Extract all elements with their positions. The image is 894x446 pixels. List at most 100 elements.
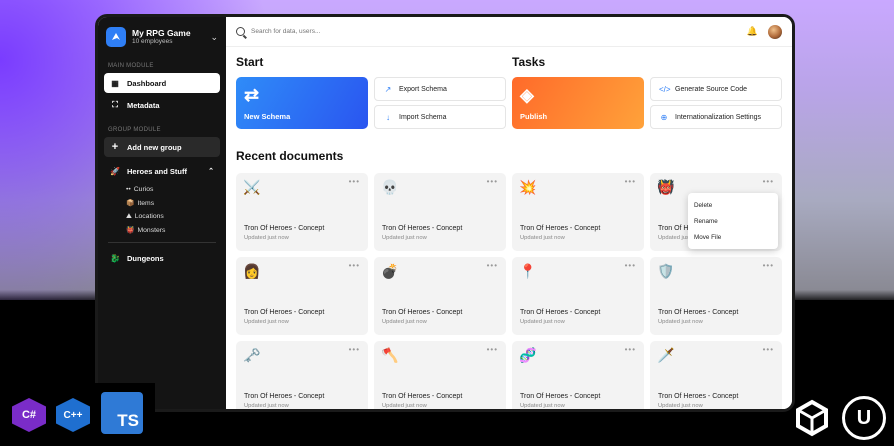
sidebar-group-heroes[interactable]: 🚀 Heroes and Stuff ⌃ (104, 161, 220, 181)
i18n-settings-label: Internationalization Settings (675, 113, 761, 121)
document-updated: Updated just now (244, 403, 289, 409)
export-icon: ↗ (384, 84, 392, 94)
more-options-icon[interactable]: ••• (763, 345, 774, 354)
app-logo-icon (106, 27, 126, 47)
publish-icon: ◈ (520, 85, 534, 105)
sidebar-item-dungeons[interactable]: 🐉 Dungeons (104, 248, 220, 268)
i18n-settings-button[interactable]: ⊕ Internationalization Settings (650, 105, 782, 129)
plus-icon: + (111, 141, 119, 153)
publish-card[interactable]: ◈ Publish (512, 77, 644, 129)
generate-code-label: Generate Source Code (675, 85, 747, 93)
document-title: Tron Of Heroes - Concept (520, 309, 601, 316)
document-updated: Updated just now (244, 235, 289, 241)
document-updated: Updated just (658, 235, 691, 241)
more-options-icon[interactable]: ••• (349, 177, 360, 186)
document-card[interactable]: 🛡️ ••• Tron Of Heroes - Concept Updated jus… (650, 257, 782, 335)
main-module-label: MAIN MODULE (108, 63, 154, 69)
more-options-icon[interactable]: ••• (349, 345, 360, 354)
document-icon: 👹 (657, 179, 675, 195)
sidebar-subitem-locations[interactable]: ⛰ Locations (104, 210, 220, 224)
document-card[interactable]: 🧬 ••• Tron Of Heroes - Concept Updated just… (512, 341, 644, 409)
import-schema-button[interactable]: ↓ Import Schema (374, 105, 506, 129)
unreal-logo-icon: U (842, 396, 886, 440)
more-options-icon[interactable]: ••• (625, 177, 636, 186)
hierarchy-icon: ⛶ (112, 100, 118, 109)
globe-icon: ⊕ (660, 112, 668, 122)
more-options-icon[interactable]: ••• (625, 261, 636, 270)
document-icon: 🪓 (381, 347, 399, 363)
document-updated: Updated just now (520, 235, 565, 241)
document-card[interactable]: 🪓 ••• Tron Of Heroes - Concept Updated just… (374, 341, 506, 409)
main-content: 🔔 Start Tasks ⇄ New Schema ↗ Export Sche… (226, 17, 792, 409)
rocket-icon: 🚀 (110, 166, 120, 176)
document-updated: Updated just now (658, 319, 703, 325)
more-options-icon[interactable]: ••• (349, 261, 360, 270)
app-window: My RPG Game 10 employees ⌄ MAIN MODULE ▦… (95, 14, 795, 412)
document-card[interactable]: 👩 ••• Tron Of Heroes - Concept Updated just… (236, 257, 368, 335)
document-title: Tron Of Heroes - Concept (382, 225, 463, 232)
document-card[interactable]: 💀 ••• Tron Of Heroes - Concept Updated just… (374, 173, 506, 251)
link-icon: •• (126, 186, 131, 194)
typescript-badge: TS (101, 392, 143, 434)
document-title: Tron Of Heroes - Concept (658, 393, 739, 400)
more-options-icon[interactable]: ••• (487, 345, 498, 354)
sidebar-item-label: Metadata (127, 100, 160, 110)
sidebar-divider (108, 242, 216, 243)
sidebar-item-label: Heroes and Stuff (127, 166, 188, 176)
document-card[interactable]: 🗝️ ••• Tron Of Heroes - Concept Updated jus… (236, 341, 368, 409)
document-card[interactable]: 🗡️ ••• Tron Of Heroes - Concept Updated jus… (650, 341, 782, 409)
document-icon: 💥 (519, 179, 537, 195)
document-icon: 💀 (381, 179, 399, 195)
sidebar-item-dashboard[interactable]: ▦ Dashboard (104, 73, 220, 93)
app-name: My RPG Game (132, 27, 191, 38)
publish-label: Publish (520, 112, 548, 121)
more-options-icon[interactable]: ••• (487, 261, 498, 270)
document-updated: Updated just now (658, 403, 703, 409)
document-icon: ⚔️ (243, 179, 261, 195)
document-icon: 💣 (381, 263, 399, 279)
document-icon: 🧬 (519, 347, 537, 363)
delete-menu-item[interactable]: Delete (688, 197, 778, 213)
document-card[interactable]: 💣 ••• Tron Of Heroes - Concept Updated just… (374, 257, 506, 335)
import-schema-label: Import Schema (399, 113, 447, 121)
rename-menu-item[interactable]: Rename (688, 213, 778, 229)
document-title: Tron Of Heroes - Concept (520, 393, 601, 400)
export-schema-label: Export Schema (399, 85, 447, 93)
more-options-icon[interactable]: ••• (487, 177, 498, 186)
subitem-label: Curios (133, 186, 154, 194)
export-schema-button[interactable]: ↗ Export Schema (374, 77, 506, 101)
mountain-icon: ⛰ (126, 212, 132, 220)
chevron-down-icon[interactable]: ⌄ (210, 32, 218, 43)
document-title: Tron Of Heroes - Concept (382, 393, 463, 400)
more-options-icon[interactable]: ••• (625, 345, 636, 354)
document-updated: Updated just now (382, 235, 427, 241)
add-group-button[interactable]: + Add new group (104, 137, 220, 157)
sidebar-item-label: Dashboard (127, 78, 167, 88)
generate-code-button[interactable]: </> Generate Source Code (650, 77, 782, 101)
search-icon (236, 27, 245, 36)
avatar[interactable] (768, 24, 782, 39)
sidebar-item-metadata[interactable]: ⛶ Metadata (104, 95, 220, 115)
search-input[interactable] (251, 28, 451, 35)
top-bar: 🔔 (226, 17, 792, 47)
new-schema-card[interactable]: ⇄ New Schema (236, 77, 368, 129)
sidebar-subitem-curios[interactable]: •• Curios (104, 183, 220, 197)
more-options-icon[interactable]: ••• (763, 261, 774, 270)
document-icon: 📍 (519, 263, 537, 279)
group-module-label: GROUP MODULE (108, 127, 161, 133)
recent-documents-title: Recent documents (236, 149, 344, 163)
sidebar-subitem-monsters[interactable]: 👹 Monsters (104, 224, 220, 238)
workspace-switcher[interactable]: My RPG Game 10 employees ⌄ (104, 25, 220, 59)
more-options-icon[interactable]: ••• (763, 177, 774, 186)
document-card[interactable]: ⚔️ ••• Tron Of Heroes - Concept Updated jus… (236, 173, 368, 251)
document-card[interactable]: 📍 ••• Tron Of Heroes - Concept Updated just… (512, 257, 644, 335)
move-file-menu-item[interactable]: Move File (688, 229, 778, 245)
chevron-up-icon[interactable]: ⌃ (208, 167, 214, 175)
monster-icon: 👹 (126, 227, 135, 235)
document-icon: 🗝️ (243, 347, 261, 363)
schema-icon: ⇄ (244, 85, 260, 105)
bell-icon[interactable]: 🔔 (747, 26, 758, 37)
sidebar-subitem-items[interactable]: 📦 Items (104, 197, 220, 211)
document-card[interactable]: 💥 ••• Tron Of Heroes - Concept Updated just… (512, 173, 644, 251)
document-title: Tron Of Heroes - Concept (244, 393, 325, 400)
